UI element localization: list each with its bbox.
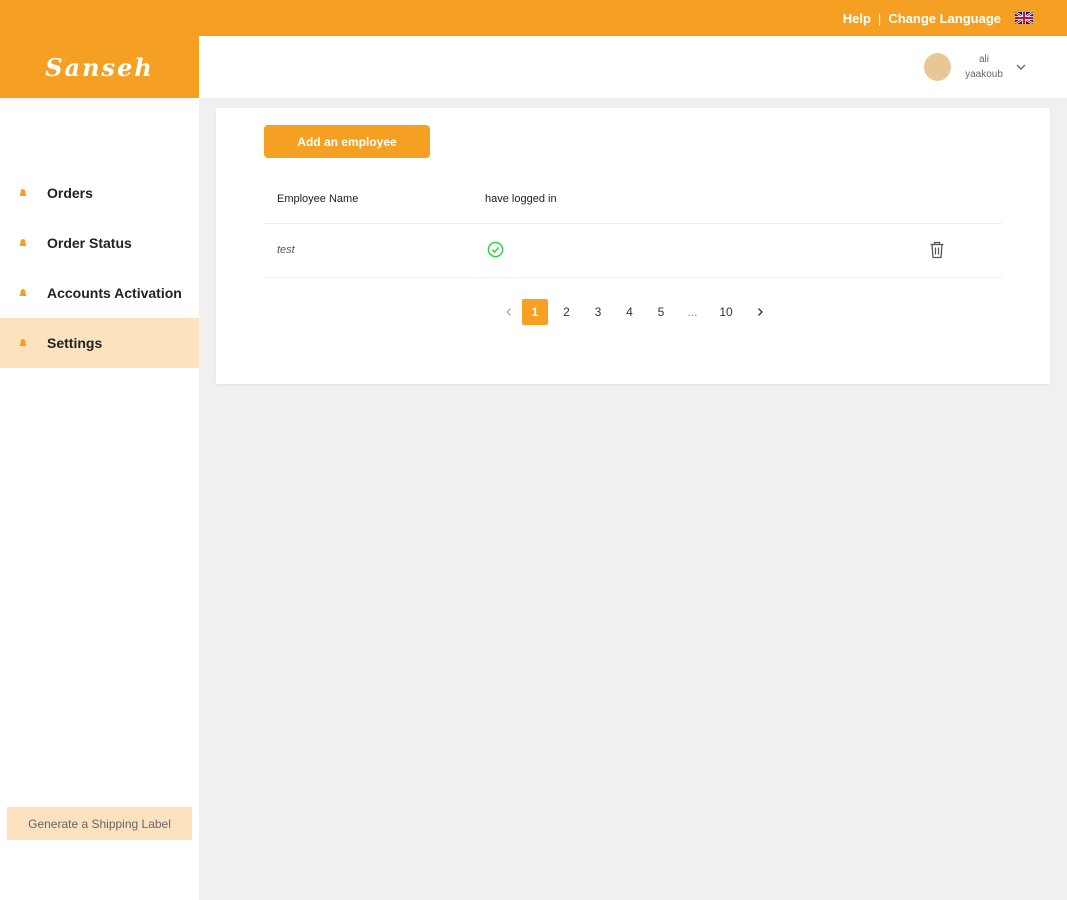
uk-flag-icon[interactable]	[1015, 12, 1033, 24]
pagination: 1 2 3 4 5 ... 10	[496, 299, 773, 325]
change-language-link[interactable]: Change Language	[888, 11, 1001, 26]
bell-icon	[19, 239, 27, 246]
bell-icon	[19, 339, 27, 346]
bell-icon	[19, 189, 27, 196]
sidebar-item-orders[interactable]: Orders	[0, 168, 199, 218]
generate-shipping-label-button[interactable]: Generate a Shipping Label	[7, 807, 192, 840]
page-ellipsis: ...	[687, 305, 698, 319]
employees-card: Add an employee Employee Name have logge…	[216, 108, 1050, 384]
top-bar: Help | Change Language	[0, 0, 1067, 36]
page-button-3[interactable]: 3	[585, 299, 611, 325]
sidebar-item-accounts-activation[interactable]: Accounts Activation	[0, 268, 199, 318]
chevron-right-icon	[757, 308, 763, 316]
bell-icon	[19, 289, 27, 296]
sidebar-item-label: Orders	[47, 185, 93, 201]
page-header: ali yaakoub	[199, 36, 1067, 98]
page-button-5[interactable]: 5	[648, 299, 674, 325]
trash-icon[interactable]	[929, 241, 945, 259]
sidebar-item-label: Accounts Activation	[47, 285, 182, 301]
user-name[interactable]: ali yaakoub	[961, 52, 1007, 82]
add-employee-button[interactable]: Add an employee	[264, 125, 430, 158]
table-header: Employee Name have logged in	[264, 178, 1002, 224]
chevron-left-icon	[506, 308, 511, 316]
table-row: test	[264, 224, 1002, 278]
user-last-name: yaakoub	[965, 69, 1003, 80]
sidebar-nav: Orders Order Status Accounts Activation …	[0, 168, 199, 368]
user-first-name: ali	[978, 54, 989, 65]
brand-logo[interactable]: Sanseh	[0, 36, 199, 98]
avatar[interactable]	[924, 53, 951, 81]
sidebar: Orders Order Status Accounts Activation …	[0, 98, 199, 900]
column-header-logged-in: have logged in	[485, 193, 557, 205]
next-page-button[interactable]	[747, 299, 773, 325]
sidebar-item-settings[interactable]: Settings	[0, 318, 199, 368]
sidebar-item-label: Order Status	[47, 235, 132, 251]
help-link[interactable]: Help	[843, 11, 871, 26]
employee-name-cell: test	[277, 244, 295, 256]
sidebar-item-order-status[interactable]: Order Status	[0, 218, 199, 268]
sidebar-item-label: Settings	[47, 335, 103, 351]
page-button-4[interactable]: 4	[617, 299, 643, 325]
previous-page-button[interactable]	[496, 299, 522, 325]
page-button-10[interactable]: 10	[711, 299, 741, 325]
logo-text: Sanseh	[45, 52, 154, 82]
page-button-1[interactable]: 1	[522, 299, 548, 325]
chevron-down-icon[interactable]	[1015, 61, 1027, 73]
topbar-separator: |	[877, 10, 882, 26]
page-button-2[interactable]: 2	[554, 299, 580, 325]
check-circle-icon	[487, 241, 504, 258]
column-header-employee-name: Employee Name	[277, 193, 359, 205]
